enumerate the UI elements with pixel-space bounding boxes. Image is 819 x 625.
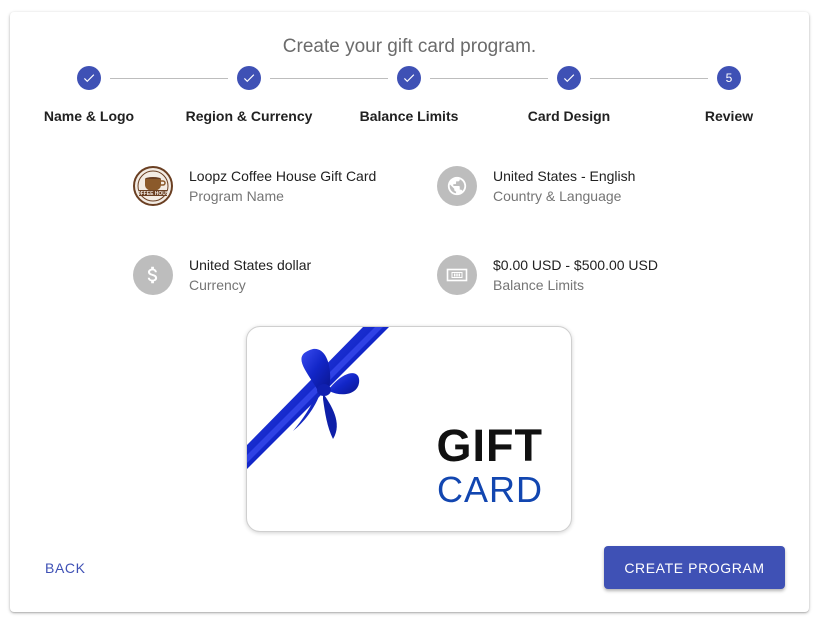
gift-card-line1: GIFT	[436, 420, 543, 471]
balance-limits-label: Balance Limits	[493, 277, 585, 293]
step-4-check-icon[interactable]	[557, 66, 581, 90]
balance-limits-value: $0.00 USD - $500.00 USD	[493, 257, 658, 273]
step-label-review: Review	[704, 108, 754, 124]
create-program-button[interactable]: CREATE PROGRAM	[604, 546, 785, 589]
step-5-number: 5	[717, 66, 741, 90]
coffee-logo-text: OFFEE HOUS	[137, 191, 170, 197]
step-connector	[430, 78, 548, 79]
page-title: Create your gift card program.	[282, 36, 537, 57]
gift-card-line2: CARD	[436, 469, 543, 510]
globe-icon	[437, 166, 477, 206]
currency-value: United States dollar	[189, 257, 312, 273]
back-button[interactable]: BACK	[34, 547, 97, 589]
step-3-check-icon[interactable]	[397, 66, 421, 90]
currency-label: Currency	[189, 277, 246, 293]
money-bill-icon	[437, 255, 477, 295]
step-label-name-logo[interactable]: Name & Logo	[9, 108, 169, 124]
step-label-region-currency[interactable]: Region & Currency	[169, 108, 329, 124]
step-connector	[590, 78, 708, 79]
gift-card-preview: GIFT CARD	[246, 326, 572, 532]
step-2-check-icon[interactable]	[237, 66, 261, 90]
program-name-value: Loopz Coffee House Gift Card	[189, 168, 377, 184]
step-1-check-icon[interactable]	[77, 66, 101, 90]
step-label-card-design[interactable]: Card Design	[489, 108, 649, 124]
step-connector	[110, 78, 228, 79]
step-connector	[270, 78, 388, 79]
dollar-icon	[133, 255, 173, 295]
step-label-balance-limits[interactable]: Balance Limits	[329, 108, 489, 124]
coffee-logo-icon: OFFEE HOUS	[133, 166, 173, 206]
country-label: Country & Language	[493, 188, 622, 204]
country-value: United States - English	[493, 168, 636, 184]
program-name-label: Program Name	[189, 188, 284, 204]
